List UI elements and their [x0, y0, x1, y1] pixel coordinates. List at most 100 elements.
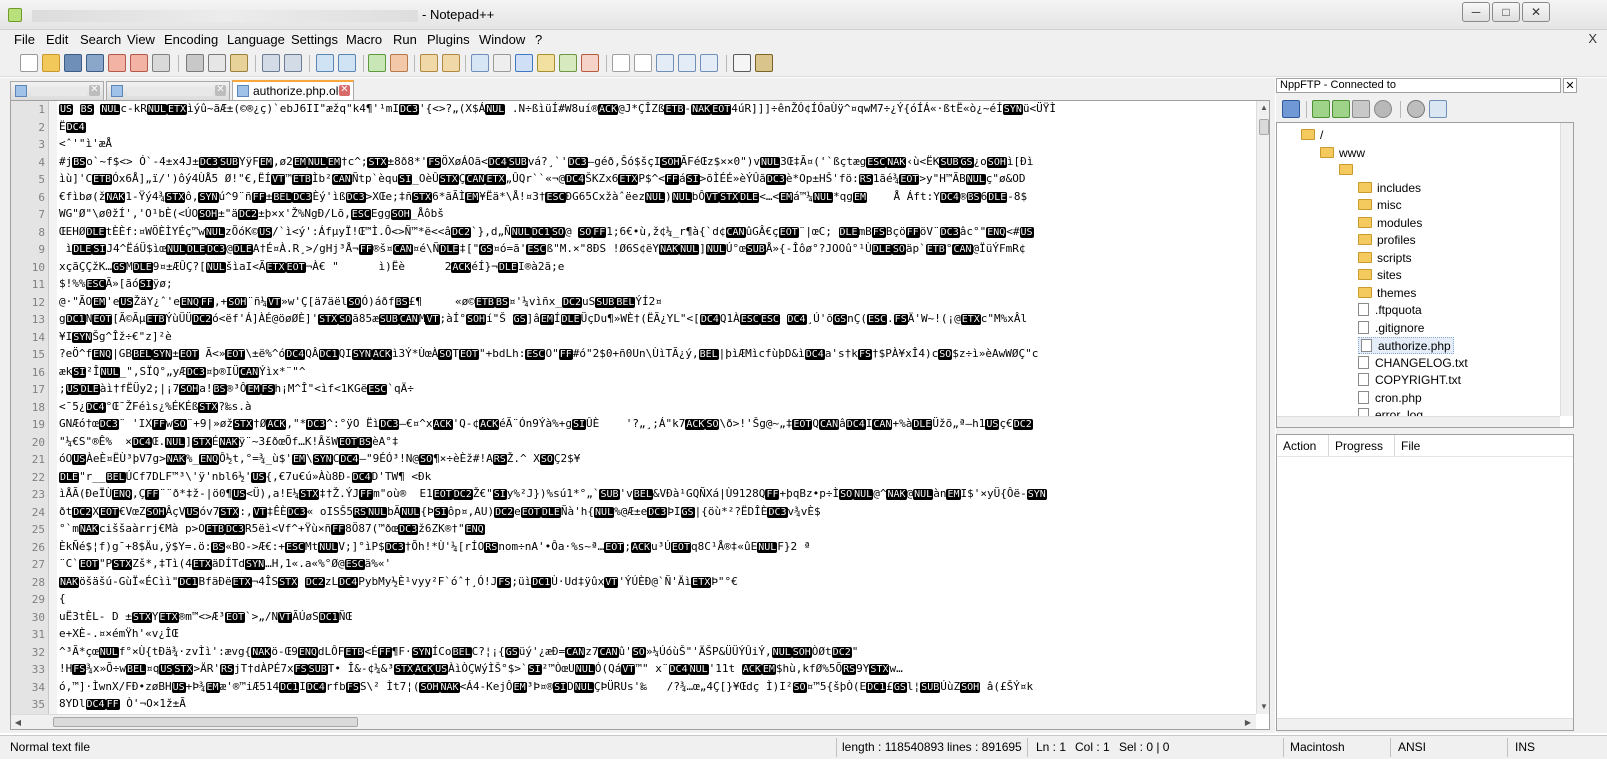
tree-folder[interactable]: / [1301, 127, 1323, 144]
close-all-icon[interactable] [130, 54, 148, 72]
zoom-out-icon[interactable] [390, 54, 408, 72]
tree-file[interactable]: authorize.php [1358, 337, 1454, 354]
text-editor[interactable]: 1 US BS NULc-kRNUL ETXìýû~ãÆ±(©®¿ç)`ebJ6II… [10, 100, 1270, 730]
menu-encoding[interactable]: Encoding [164, 32, 218, 47]
indent-guide-icon[interactable] [515, 54, 533, 72]
editor-line[interactable]: 7 WG"Ø"\ø0žÍ'‚'O¹bÈ(<ÚOSOH±"äDC2±þ×x'Ž%Ng… [11, 206, 1256, 224]
tree-file[interactable]: .gitignore [1358, 320, 1424, 337]
editor-line[interactable]: 35 8YDlDC4 FF Ò'¬O×1ž±Ã [11, 696, 1256, 714]
editor-line[interactable]: 5 ìù]'CETBÓx6Å]„ï/')ôý4ÙÅ5 Ø!"€,ËÍVT™ETBÌ… [11, 171, 1256, 189]
menu-window[interactable]: Window [479, 32, 525, 47]
play-macro-icon[interactable] [656, 54, 674, 72]
editor-line[interactable]: 22 DLE"r__BELÚCf7DLF™³\'ÿ'nbl6½'US{,€7u€ú… [11, 469, 1256, 487]
tree-file[interactable]: .ftpquota [1358, 302, 1422, 319]
menu-macro[interactable]: Macro [346, 32, 382, 47]
ftp-icon[interactable] [755, 54, 773, 72]
menu-edit[interactable]: Edit [46, 32, 68, 47]
editor-line[interactable]: 3 <ˆ'"ì'æÅ [11, 136, 1256, 154]
editor-line[interactable]: 29 { [11, 591, 1256, 609]
abort-icon[interactable] [1374, 100, 1392, 118]
editor-line[interactable]: 18 <¯5¿DC4°Œ¯ŽFéìs¿%ÉKÉßSTX?‰s.à [11, 399, 1256, 417]
save-macro-icon[interactable] [700, 54, 718, 72]
print-icon[interactable] [152, 54, 170, 72]
close-tab-icon[interactable]: ✕ [89, 85, 100, 96]
editor-line[interactable]: 15 ?eÖ^fENQ|GBBEL SYN±EOT Ã<»EOT\±ë%^óDC4Q… [11, 346, 1256, 364]
horizontal-scrollbar[interactable]: ◀ ▶ [11, 714, 1256, 729]
stop-macro-icon[interactable] [634, 54, 652, 72]
cut-icon[interactable] [186, 54, 204, 72]
open-file-icon[interactable] [42, 54, 60, 72]
save-all-icon[interactable] [86, 54, 104, 72]
editor-line[interactable]: 1 US BS NULc-kRNUL ETXìýû~ãÆ±(©®¿ç)`ebJ6II… [11, 101, 1256, 119]
queue-header-file[interactable]: File [1395, 435, 1573, 457]
tree-file[interactable]: cron.php [1358, 390, 1422, 407]
status-encoding[interactable]: ANSI [1398, 740, 1426, 754]
tree-folder[interactable]: misc [1358, 197, 1402, 214]
redo-icon[interactable] [284, 54, 302, 72]
editor-line[interactable]: 4 #jBSo`~f$<> Ó`-4±x4J±DC3 SUBYÿFEM,ø2EM NU… [11, 154, 1256, 172]
download-icon[interactable] [1312, 100, 1330, 118]
status-eol-format[interactable]: Macintosh [1290, 740, 1345, 754]
tab-document-1[interactable]: ✕ [10, 81, 104, 100]
connect-icon[interactable] [1282, 100, 1300, 118]
editor-line[interactable]: 28 NAKöšäšú-GùÏ«ÉCìì"DC1BfäÐëETX¬4ÎSSTX D… [11, 574, 1256, 592]
editor-line[interactable]: 11 $!%%ESCÃ»[ãóSIÿø; [11, 276, 1256, 294]
editor-line[interactable]: 26 ÈkÑé$¦f)g¯+8$Äu,ÿ$Y=.ö:BS«BO->Æ€:+ESCM… [11, 539, 1256, 557]
tree-folder[interactable]: www [1320, 145, 1365, 162]
tree-file[interactable]: COPYRIGHT.txt [1358, 372, 1461, 389]
undo-icon[interactable] [262, 54, 280, 72]
editor-line[interactable]: 27 ¨C`EOT"PSTXZš*,‡Tì(4ETXäDÍTdSYN…H,1«.a… [11, 556, 1256, 574]
tree-folder[interactable]: modules [1358, 215, 1422, 232]
paste-icon[interactable] [230, 54, 248, 72]
zoom-in-icon[interactable] [368, 54, 386, 72]
close-panel-icon[interactable]: ✕ [1563, 78, 1577, 93]
editor-line[interactable]: 34 ó,™]·ÌwnX/FÐ•zøBHUS+Þ¾EMæ'®™iÆ514DC1ID… [11, 679, 1256, 697]
status-insert-mode[interactable]: INS [1515, 740, 1535, 754]
close-icon[interactable] [108, 54, 126, 72]
scroll-left-icon[interactable]: ◀ [11, 715, 25, 729]
menu-run[interactable]: Run [393, 32, 417, 47]
tree-folder[interactable] [1339, 162, 1358, 179]
editor-line[interactable]: 9 ìDLE SIJ4^ËáÜ$ìœNUL DLE DC3@DLEA†É¤À.R¸>/… [11, 241, 1256, 259]
tab-authorize-php-old[interactable]: authorize.php.old ✕ [232, 80, 354, 101]
editor-line[interactable]: 30 uË3tÈL- D ±STXYETX®m™<>Æ³EOT`>„/NVTÃÚø… [11, 609, 1256, 627]
new-file-icon[interactable] [20, 54, 38, 72]
menu-help[interactable]: ? [535, 32, 542, 47]
close-tab-icon[interactable]: ✕ [215, 85, 226, 96]
close-document-icon[interactable]: X [1588, 31, 1597, 46]
spellcheck-icon[interactable] [733, 54, 751, 72]
show-all-chars-icon[interactable] [493, 54, 511, 72]
menu-search[interactable]: Search [80, 32, 121, 47]
message-window-icon[interactable] [1429, 100, 1447, 118]
editor-line[interactable]: 6 €fìbø(žNAK1-Ÿý4¾STXô,SYNú^9¨ñFF±BEL DC3È… [11, 189, 1256, 207]
editor-line[interactable]: 17 ;US DLEàì†fËÜy2;|¡7SOHa!BS®³ÔEM FSh¡M^Î"… [11, 381, 1256, 399]
editor-line[interactable]: 14 ¥ISYNŠg^Îž÷€"z]²è [11, 329, 1256, 347]
editor-line[interactable]: 32 ^³Ã*çœNULf°×Ù{tÐä¾·zvÌì':ævg{NAKö-Œ9EN… [11, 644, 1256, 662]
close-window-button[interactable]: ✕ [1522, 2, 1550, 22]
queue-horizontal-scrollbar[interactable] [1277, 718, 1573, 730]
copy-icon[interactable] [208, 54, 226, 72]
editor-line[interactable]: 10 xçãÇÇžK…GSMDLE9¤±ÆÛÇ?[NULšìaI<ÃETX EOT¬… [11, 259, 1256, 277]
tree-folder[interactable]: profiles [1358, 232, 1416, 249]
upload-icon[interactable] [1332, 100, 1350, 118]
menu-file[interactable]: File [14, 32, 35, 47]
scroll-right-icon[interactable]: ▶ [1241, 715, 1255, 729]
vertical-scrollbar[interactable]: ▲ ▼ [1256, 101, 1269, 714]
scroll-down-icon[interactable]: ▼ [1257, 700, 1269, 714]
editor-line[interactable]: 31 e+XÈ-.¤×émŸh'«v¿ÎŒ [11, 626, 1256, 644]
minimize-button[interactable]: ─ [1462, 2, 1490, 22]
tree-file[interactable]: CHANGELOG.txt [1358, 355, 1468, 372]
tree-folder[interactable]: sites [1358, 267, 1402, 284]
editor-line[interactable]: 33 !HFS¾x»Õ÷wBEL¤qUS STX>ÄR'RSjT†dÀPÉ7xFS S… [11, 661, 1256, 679]
replace-icon[interactable] [338, 54, 356, 72]
vertical-scroll-thumb[interactable] [1259, 119, 1269, 135]
tree-folder[interactable]: scripts [1358, 250, 1412, 267]
editor-line[interactable]: 12 @·"ÃOEM'eUSŽäY¿ˆ'eENQ FF,+SOH¨ñ¼VT»w'Ç[… [11, 294, 1256, 312]
refresh-icon[interactable] [1352, 100, 1370, 118]
folder-workspace-icon[interactable] [581, 54, 599, 72]
doc-map-icon[interactable] [537, 54, 555, 72]
editor-line[interactable]: 16 ækSI²ÎNUL_",SÏQ°„yÆDC3¤þ®IÜCANÝìx*¨"^ [11, 364, 1256, 382]
word-wrap-icon[interactable] [471, 54, 489, 72]
record-macro-icon[interactable] [612, 54, 630, 72]
function-list-icon[interactable] [559, 54, 577, 72]
